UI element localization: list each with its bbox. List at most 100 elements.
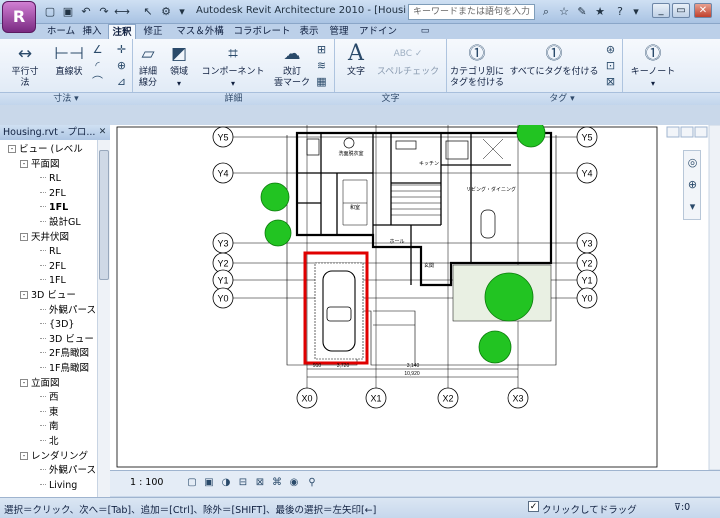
zoom-dropdown-icon[interactable]: ▾ bbox=[685, 199, 700, 214]
selection-filter[interactable]: ⊽:0 bbox=[674, 502, 690, 513]
browser-tree-item[interactable]: {3D} bbox=[40, 318, 74, 332]
tab-collaborate[interactable]: コラボレート bbox=[232, 24, 292, 39]
spot-slope-icon[interactable]: ⊿ bbox=[114, 74, 129, 89]
chevron-down-icon[interactable]: ▾ bbox=[174, 4, 190, 20]
tab-modify[interactable]: 修正 bbox=[140, 24, 166, 39]
favorites-star-icon[interactable]: ☆ bbox=[556, 4, 572, 20]
tree-collapse-toggle[interactable]: - bbox=[20, 159, 28, 168]
linear-dimension-button[interactable]: ⊢⊣ 直線状 bbox=[52, 42, 86, 78]
browser-tree-item[interactable]: 西 bbox=[40, 391, 59, 405]
visual-style-icon[interactable]: ▣ bbox=[202, 476, 216, 490]
minimize-button[interactable]: _ bbox=[652, 3, 670, 18]
tab-massing-site[interactable]: マス＆外構 bbox=[172, 24, 228, 39]
tab-addins[interactable]: アドイン bbox=[358, 24, 398, 39]
radial-dimension-icon[interactable]: ◜ bbox=[90, 58, 105, 73]
browser-tree-item[interactable]: 外観パース bbox=[40, 304, 96, 318]
tree-collapse-toggle[interactable]: - bbox=[20, 232, 28, 241]
insulation-icon[interactable]: ≋ bbox=[314, 58, 329, 73]
show-crop-region-icon[interactable]: ⊠ bbox=[253, 476, 267, 490]
spell-check-button[interactable]: ABC ✓ スペルチェック bbox=[376, 42, 440, 78]
redo-icon[interactable]: ↷ bbox=[96, 4, 112, 20]
browser-scrollbar-thumb[interactable] bbox=[99, 150, 109, 280]
browser-tree-item[interactable]: 2FL bbox=[40, 260, 66, 274]
reveal-hidden-icon[interactable]: ◉ bbox=[287, 476, 301, 490]
ribbon-minimize-icon[interactable]: ▭ bbox=[418, 24, 432, 39]
browser-tree-item[interactable]: RL bbox=[40, 172, 61, 186]
zoom-icon[interactable]: ⊕ bbox=[685, 177, 700, 192]
binoculars-icon[interactable]: ⌕ bbox=[538, 4, 554, 20]
tab-view[interactable]: 表示 bbox=[296, 24, 322, 39]
undo-icon[interactable]: ↶ bbox=[78, 4, 94, 20]
close-button[interactable]: ✕ bbox=[694, 3, 712, 18]
new-icon[interactable]: ▢ bbox=[42, 4, 58, 20]
browser-tree-item[interactable]: - 天井伏図 bbox=[20, 231, 69, 245]
search-input[interactable]: キーワードまたは語句を入力 bbox=[408, 4, 535, 20]
browser-tree-item[interactable]: - 立面図 bbox=[20, 377, 60, 391]
wrench-icon[interactable]: ✎ bbox=[574, 4, 590, 20]
browser-tree-item[interactable]: 3D ビュー bbox=[40, 333, 94, 347]
region-button[interactable]: ◩ 領域 ▾ bbox=[166, 42, 192, 90]
measure-icon[interactable]: ⟷ bbox=[114, 4, 130, 20]
settings-gear-icon[interactable]: ⚙ bbox=[158, 4, 174, 20]
floor-plan-drawing[interactable]: Y5 Y5 Y4 Y4 Y3 Y3 Y2 Y2 Y1 Y1 Y0 Y0 X0 X1 X2 X3 洗面脱衣室キッチ… bbox=[111, 125, 720, 470]
drag-checkbox[interactable]: ✓ bbox=[528, 501, 539, 512]
browser-tree-item[interactable]: 2F鳥瞰図 bbox=[40, 347, 89, 361]
tag-by-category-button[interactable]: ⓵ カテゴリ別に タグを付ける bbox=[450, 42, 504, 89]
temporary-hide-icon[interactable]: ⌘ bbox=[270, 476, 284, 490]
revision-cloud-button[interactable]: ☁ 改訂 雲マーク bbox=[274, 42, 310, 89]
spot-elevation-icon[interactable]: ✛ bbox=[114, 42, 129, 57]
browser-tree-item[interactable]: - レンダリング bbox=[20, 450, 88, 464]
keynote-button[interactable]: ⓵ キーノート ▾ bbox=[628, 42, 678, 90]
maximize-button[interactable]: ▭ bbox=[672, 3, 690, 18]
browser-tree-item[interactable]: - 平面図 bbox=[20, 158, 60, 172]
browser-tree-item[interactable]: 2FL bbox=[40, 187, 66, 201]
tree-collapse-toggle[interactable]: - bbox=[20, 378, 28, 387]
aligned-dimension-button[interactable]: ↔ 平行寸法 bbox=[8, 42, 42, 89]
browser-tree-item[interactable]: - ビュー (レベル bbox=[8, 143, 83, 157]
browser-tree-item[interactable]: 設計GL bbox=[40, 216, 81, 230]
browser-tree-item[interactable]: 1F鳥瞰図 bbox=[40, 362, 89, 376]
application-menu-button[interactable]: R bbox=[2, 1, 36, 33]
browser-tree-item[interactable]: 北 bbox=[40, 435, 59, 449]
browser-scrollbar[interactable] bbox=[97, 140, 110, 497]
browser-tree-item[interactable]: RL bbox=[40, 245, 61, 259]
filled-region-icon[interactable]: ▦ bbox=[314, 74, 329, 89]
angular-dimension-icon[interactable]: ∠ bbox=[90, 42, 105, 57]
browser-tree-item[interactable]: 1FL bbox=[40, 274, 66, 288]
arc-length-dimension-icon[interactable]: ⌒ bbox=[90, 74, 105, 89]
material-tag-icon[interactable]: ⊛ bbox=[603, 42, 618, 57]
tree-collapse-toggle[interactable]: - bbox=[20, 451, 28, 460]
crop-view-icon[interactable]: ⊟ bbox=[236, 476, 250, 490]
text-button[interactable]: A 文字 bbox=[342, 42, 370, 78]
detail-level-icon[interactable]: ▢ bbox=[185, 476, 199, 490]
tab-home[interactable]: ホーム bbox=[44, 24, 78, 39]
analysis-display-icon[interactable]: ⚲ bbox=[305, 476, 319, 490]
detail-group-icon[interactable]: ⊞ bbox=[314, 42, 329, 57]
view-scale[interactable]: 1 : 100 bbox=[130, 477, 163, 488]
browser-tree-item[interactable]: -3D ビュー bbox=[20, 289, 76, 303]
steering-wheel-icon[interactable]: ◎ bbox=[685, 155, 700, 170]
browser-tree-item[interactable]: 1FL bbox=[40, 201, 68, 215]
browser-tree-item[interactable]: Living bbox=[40, 479, 77, 493]
multi-category-tag-icon[interactable]: ⊠ bbox=[603, 74, 618, 89]
tag-all-button[interactable]: ⓵ すべてにタグを付ける bbox=[508, 42, 600, 78]
tree-collapse-toggle[interactable]: - bbox=[20, 291, 28, 299]
browser-tree-item[interactable]: 東 bbox=[40, 406, 59, 420]
star-icon[interactable]: ★ bbox=[592, 4, 608, 20]
close-icon[interactable]: ✕ bbox=[97, 127, 108, 138]
drawing-area[interactable]: Y5 Y5 Y4 Y4 Y3 Y3 Y2 Y2 Y1 Y1 Y0 Y0 X0 X1 X2 X3 洗面脱衣室 キッチ… bbox=[110, 125, 720, 470]
tab-insert[interactable]: 挿入 bbox=[80, 24, 104, 39]
tag-panel-label[interactable]: タグ ▾ bbox=[447, 93, 677, 105]
room-tag-icon[interactable]: ⊡ bbox=[603, 58, 618, 73]
text-panel-label[interactable]: 文字 bbox=[335, 93, 446, 105]
help-icon[interactable]: ? bbox=[612, 4, 628, 20]
detail-line-button[interactable]: ▱ 詳細 線分 bbox=[136, 42, 160, 89]
select-pointer-icon[interactable]: ↖ bbox=[140, 4, 156, 20]
help-dropdown-icon[interactable]: ▾ bbox=[628, 4, 644, 20]
save-icon[interactable]: ▣ bbox=[60, 4, 76, 20]
spot-coordinate-icon[interactable]: ⊕ bbox=[114, 58, 129, 73]
component-button[interactable]: ⌗ コンポーネント ▾ bbox=[200, 42, 266, 90]
shadows-icon[interactable]: ◑ bbox=[219, 476, 233, 490]
tree-collapse-toggle[interactable]: - bbox=[8, 145, 16, 153]
tab-annotate[interactable]: 注釈 bbox=[108, 24, 136, 39]
